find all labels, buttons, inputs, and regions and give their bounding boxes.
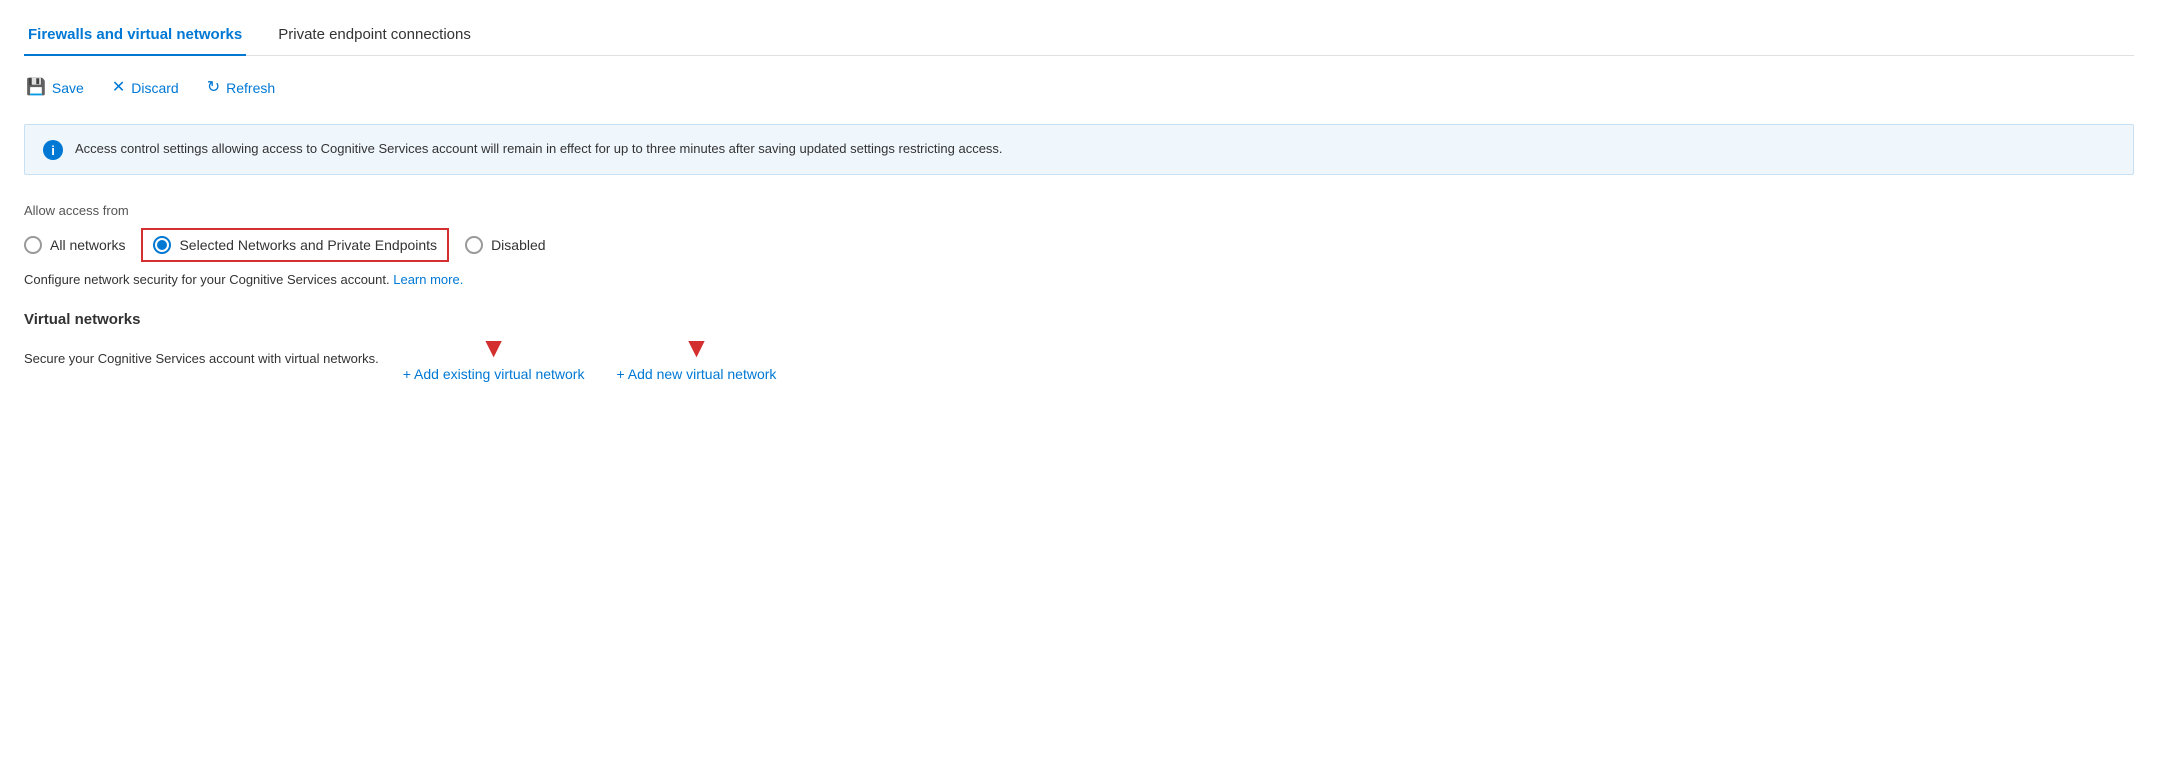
tab-firewalls[interactable]: Firewalls and virtual networks: [24, 16, 246, 55]
radio-selected-networks-highlight: Selected Networks and Private Endpoints: [141, 228, 449, 262]
save-label: Save: [52, 80, 84, 96]
refresh-button[interactable]: ↻ Refresh: [205, 76, 277, 100]
radio-all-networks-label: All networks: [50, 237, 125, 253]
page-container: Firewalls and virtual networks Private e…: [0, 0, 2158, 758]
virtual-networks-description: Secure your Cognitive Services account w…: [24, 351, 379, 366]
add-existing-link[interactable]: + Add existing virtual network: [403, 366, 585, 382]
info-icon: i: [43, 140, 63, 160]
virtual-networks-title: Virtual networks: [24, 311, 2134, 328]
discard-label: Discard: [131, 80, 178, 96]
radio-selected-networks-label: Selected Networks and Private Endpoints: [179, 237, 437, 253]
discard-button[interactable]: ✕ Discard: [110, 76, 181, 100]
refresh-icon: ↻: [207, 80, 220, 96]
add-existing-group: ▼ + Add existing virtual network: [403, 334, 585, 382]
configure-text: Configure network security for your Cogn…: [24, 272, 2134, 287]
allow-access-label: Allow access from: [24, 203, 2134, 218]
arrow-down-existing-icon: ▼: [480, 334, 508, 362]
radio-disabled-label: Disabled: [491, 237, 545, 253]
arrow-down-new-icon: ▼: [683, 334, 711, 362]
save-button[interactable]: 💾 Save: [24, 76, 86, 100]
allow-access-section: Allow access from All networks Selected …: [24, 203, 2134, 287]
save-icon: 💾: [26, 80, 46, 96]
radio-group: All networks Selected Networks and Priva…: [24, 228, 2134, 262]
radio-selected-networks-circle: [153, 236, 171, 254]
radio-selected-networks-dot: [157, 240, 167, 250]
info-banner-text: Access control settings allowing access …: [75, 139, 1003, 159]
toolbar: 💾 Save ✕ Discard ↻ Refresh: [24, 76, 2134, 100]
info-banner: i Access control settings allowing acces…: [24, 124, 2134, 175]
add-new-link[interactable]: + Add new virtual network: [616, 366, 776, 382]
tabs-bar: Firewalls and virtual networks Private e…: [24, 16, 2134, 56]
radio-disabled[interactable]: Disabled: [465, 236, 545, 254]
discard-icon: ✕: [112, 80, 125, 96]
virtual-networks-row: Secure your Cognitive Services account w…: [24, 334, 2134, 382]
radio-all-networks-circle: [24, 236, 42, 254]
radio-disabled-circle: [465, 236, 483, 254]
learn-more-link[interactable]: Learn more.: [393, 272, 463, 287]
radio-all-networks[interactable]: All networks: [24, 236, 125, 254]
radio-selected-networks[interactable]: Selected Networks and Private Endpoints: [153, 236, 437, 254]
virtual-networks-actions: ▼ + Add existing virtual network ▼ + Add…: [403, 334, 809, 382]
tab-private-endpoint[interactable]: Private endpoint connections: [274, 16, 475, 55]
add-new-group: ▼ + Add new virtual network: [616, 334, 776, 382]
virtual-networks-section: Virtual networks Secure your Cognitive S…: [24, 311, 2134, 382]
refresh-label: Refresh: [226, 80, 275, 96]
